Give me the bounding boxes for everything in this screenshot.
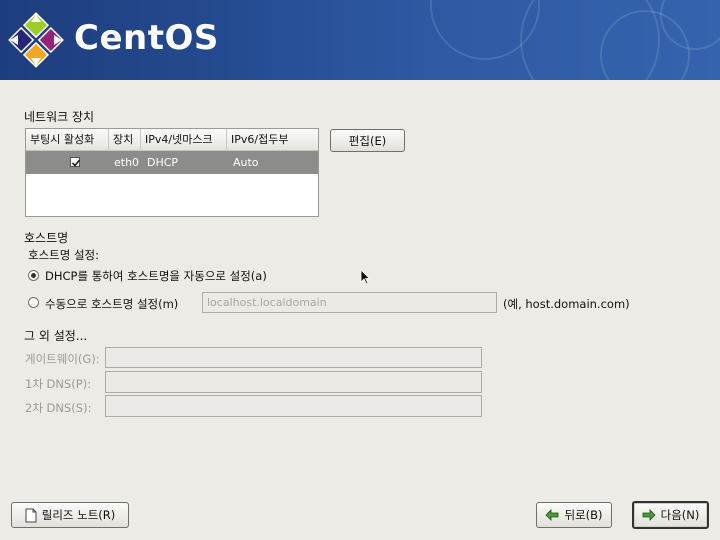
other-settings-title: 그 외 설정... (24, 329, 88, 343)
hostname-section-title: 호스트명 (24, 231, 69, 245)
gateway-label: 게이트웨이(G): (25, 352, 100, 366)
arrow-right-icon (642, 509, 656, 521)
next-button[interactable]: 다음(N) (632, 501, 709, 529)
column-header-device[interactable]: 장치 (109, 129, 141, 150)
active-checkbox[interactable] (70, 157, 81, 167)
edit-button[interactable]: 편집(E) (330, 129, 405, 152)
release-notes-label: 릴리즈 노트(R) (41, 508, 116, 522)
table-header: 부팅시 활성화 장치 IPv4/넷마스크 IPv6/접두부 (26, 129, 318, 151)
hostname-settings-label: 호스트명 설정: (28, 248, 100, 262)
check-icon (71, 159, 81, 167)
release-notes-button[interactable]: 릴리즈 노트(R) (11, 502, 129, 528)
table-row[interactable]: eth0 DHCP Auto (26, 151, 318, 174)
dns1-label: 1차 DNS(P): (25, 377, 92, 391)
column-header-active[interactable]: 부팅시 활성화 (26, 129, 109, 150)
cell-active (26, 151, 109, 174)
dns1-input[interactable] (105, 371, 482, 393)
cell-device: eth0 (114, 156, 140, 169)
hostname-example: (예, host.domain.com) (503, 297, 630, 311)
arrow-left-icon (545, 509, 559, 521)
manual-option-label[interactable]: 수동으로 호스트명 설정(m) (45, 296, 178, 312)
cell-ipv6: Auto (233, 156, 259, 169)
mouse-cursor-icon (360, 269, 370, 285)
brand-name: CentOS (74, 18, 219, 58)
dns2-label: 2차 DNS(S): (25, 401, 92, 415)
column-header-ipv4[interactable]: IPv4/넷마스크 (141, 129, 227, 150)
hostname-input[interactable]: localhost.localdomain (202, 292, 497, 313)
header-banner: CentOS (0, 0, 720, 80)
document-icon (25, 508, 37, 522)
network-section-title: 네트워크 장치 (24, 110, 95, 124)
network-device-table[interactable]: 부팅시 활성화 장치 IPv4/넷마스크 IPv6/접두부 eth0 DHCP … (25, 128, 319, 217)
manual-radio[interactable] (28, 297, 39, 308)
column-header-ipv6[interactable]: IPv6/접두부 (227, 129, 318, 150)
dhcp-radio[interactable] (28, 270, 39, 281)
cell-ipv4: DHCP (147, 156, 179, 169)
gateway-input[interactable] (105, 347, 482, 368)
dns2-input[interactable] (105, 395, 482, 417)
dhcp-option-label[interactable]: DHCP를 통하여 호스트명을 자동으로 설정(a) (45, 268, 267, 284)
next-label: 다음(N) (660, 508, 700, 522)
back-label: 뒤로(B) (564, 508, 603, 522)
back-button[interactable]: 뒤로(B) (536, 502, 612, 528)
centos-logo-icon (8, 12, 64, 68)
